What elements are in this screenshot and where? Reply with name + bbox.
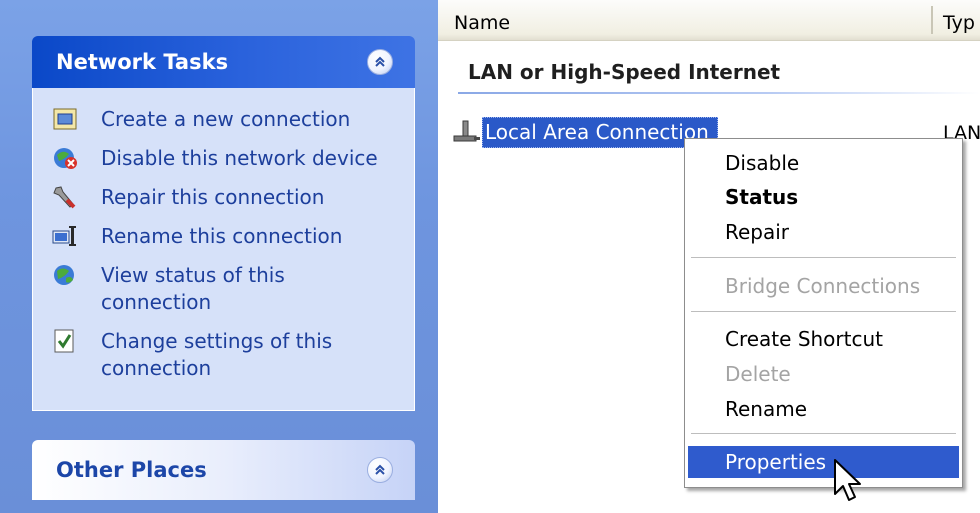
menu-separator <box>691 257 956 258</box>
task-view-status[interactable]: View status of this connection <box>51 262 414 316</box>
change-settings-icon <box>54 329 74 353</box>
task-label: Create a new connection <box>101 107 351 131</box>
connection-item-local-area[interactable]: Local Area Connection <box>450 116 718 148</box>
task-repair-connection[interactable]: Repair this connection <box>51 184 414 211</box>
connection-name: Local Area Connection <box>482 116 718 148</box>
disable-device-icon <box>54 148 77 169</box>
network-tasks-header[interactable]: Network Tasks <box>32 36 415 88</box>
task-label: View status of this connection <box>101 263 285 314</box>
mouse-pointer-icon <box>834 459 861 501</box>
network-connection-icon <box>453 120 480 142</box>
menu-item-status[interactable]: Status <box>688 181 959 213</box>
column-header-name[interactable]: Name <box>454 12 510 34</box>
menu-separator <box>691 311 956 312</box>
menu-item-create-shortcut[interactable]: Create Shortcut <box>688 323 959 355</box>
collapse-network-tasks-button[interactable] <box>367 49 393 75</box>
network-tasks-body: Create a new connection Disable this net… <box>32 88 415 411</box>
menu-item-bridge-connections: Bridge Connections <box>725 274 921 298</box>
menu-item-properties[interactable]: Properties <box>688 446 959 478</box>
column-header-row: Name Typ <box>438 0 980 41</box>
menu-item-rename[interactable]: Rename <box>688 393 959 425</box>
task-create-connection[interactable]: Create a new connection <box>51 106 414 133</box>
network-tasks-panel: Network Tasks Create a new connection Di… <box>32 36 415 411</box>
column-divider[interactable] <box>931 6 933 34</box>
other-places-panel: Other Places <box>32 440 415 500</box>
task-rename-connection[interactable]: Rename this connection <box>51 223 414 250</box>
chevron-up-icon <box>375 464 385 475</box>
repair-icon <box>53 186 76 209</box>
group-divider <box>458 92 980 94</box>
task-label: Repair this connection <box>101 185 325 209</box>
collapse-other-places-button[interactable] <box>367 457 393 483</box>
task-disable-device[interactable]: Disable this network device <box>51 145 414 172</box>
view-status-icon <box>54 265 74 285</box>
menu-item-delete: Delete <box>725 362 791 386</box>
network-connections-window: Network Tasks Create a new connection Di… <box>0 0 980 513</box>
menu-item-disable[interactable]: Disable <box>688 147 959 179</box>
menu-separator <box>691 433 956 434</box>
chevron-up-icon <box>375 56 385 67</box>
network-tasks-title: Network Tasks <box>56 50 229 74</box>
new-connection-icon <box>53 108 77 130</box>
task-pane: Network Tasks Create a new connection Di… <box>0 0 438 513</box>
task-label: Rename this connection <box>101 224 343 248</box>
other-places-title: Other Places <box>56 458 207 482</box>
context-menu: Disable Status Repair Bridge Connections… <box>684 138 963 488</box>
other-places-header[interactable]: Other Places <box>32 440 415 500</box>
menu-item-repair[interactable]: Repair <box>688 216 959 248</box>
task-change-settings[interactable]: Change settings of this connection <box>51 328 414 382</box>
rename-icon <box>52 226 76 246</box>
column-header-type[interactable]: Typ <box>943 12 975 34</box>
task-label: Disable this network device <box>101 146 378 170</box>
group-heading: LAN or High-Speed Internet <box>468 60 781 84</box>
task-label: Change settings of this connection <box>101 329 333 380</box>
